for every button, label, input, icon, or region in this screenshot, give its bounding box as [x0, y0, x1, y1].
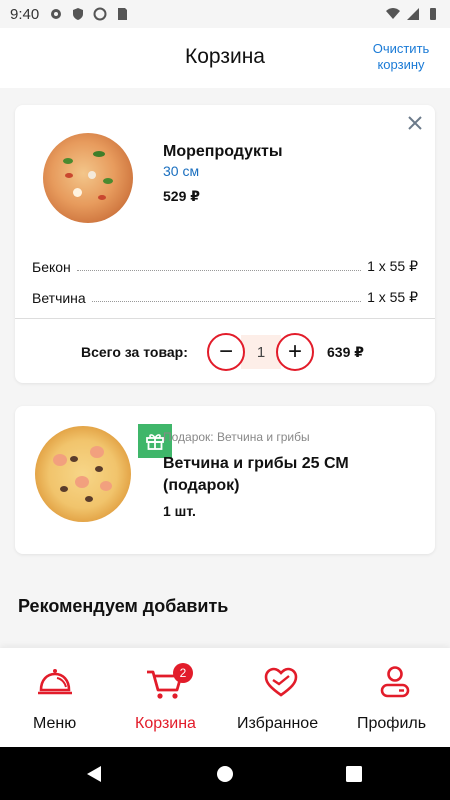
gift-name: Ветчина и грибы 25 СМ (подарок) — [163, 455, 349, 494]
pizza-image — [43, 133, 133, 223]
nav-menu[interactable]: Меню — [10, 648, 100, 747]
nav-label: Избранное — [237, 715, 319, 732]
home-icon[interactable] — [215, 764, 235, 784]
status-bar: 9:40 — [0, 0, 450, 28]
topping-price: 1 x 55 ₽ — [367, 258, 418, 274]
settings-icon — [51, 9, 62, 19]
close-icon[interactable] — [407, 115, 423, 131]
status-time: 9:40 — [10, 5, 40, 23]
minus-icon: − — [218, 338, 233, 365]
nav-label: Корзина — [135, 715, 196, 732]
gift-caption: Подарок: Ветчина и грибы — [163, 430, 310, 444]
status-right-icons — [386, 7, 440, 21]
plus-icon: + — [287, 338, 302, 365]
item-name: Морепродукты — [163, 143, 283, 160]
recents-icon[interactable] — [345, 765, 363, 783]
decrease-quantity-button[interactable]: − — [207, 333, 245, 371]
cart-item-card: Морепродукты 30 см 529 ₽ Бекон 1 x 55 ₽ … — [15, 105, 435, 383]
topping-name: Бекон — [32, 259, 71, 275]
wifi-icon — [386, 8, 400, 19]
shield-icon — [73, 8, 84, 20]
cart-count-badge: 2 — [173, 663, 193, 683]
item-price: 529 ₽ — [163, 188, 200, 204]
heart-icon — [264, 667, 298, 697]
nav-profile[interactable]: Профиль — [350, 648, 440, 747]
status-icons — [49, 7, 129, 21]
vpn-icon — [93, 7, 107, 21]
topping-leader — [91, 301, 362, 302]
gift-quantity: 1 шт. — [163, 503, 196, 519]
clear-cart-button[interactable]: Очистить корзину — [370, 41, 432, 73]
nav-cart[interactable]: 2 Корзина — [123, 648, 223, 747]
total-label: Всего за товар: — [81, 344, 188, 360]
nav-label: Профиль — [357, 715, 427, 732]
topping-price: 1 x 55 ₽ — [367, 289, 418, 305]
bottom-nav: Меню 2 Корзина Избранное Профиль — [0, 648, 450, 747]
gift-icon — [146, 434, 164, 450]
topping-name: Ветчина — [32, 290, 86, 306]
cloche-icon — [38, 669, 72, 695]
increase-quantity-button[interactable]: + — [276, 333, 314, 371]
quantity-field[interactable]: 1 — [241, 335, 281, 369]
divider — [15, 318, 435, 319]
gift-pizza-image — [35, 426, 131, 522]
item-size: 30 см — [163, 163, 200, 179]
battery-icon — [430, 8, 436, 20]
topping-row: Бекон 1 x 55 ₽ — [32, 253, 418, 275]
recommend-title: Рекомендуем добавить — [18, 596, 229, 616]
nav-label: Меню — [33, 715, 77, 732]
nav-favorites[interactable]: Избранное — [236, 648, 326, 747]
total-price: 639 ₽ — [327, 344, 364, 360]
sd-card-icon — [118, 8, 128, 20]
system-nav-bar — [0, 747, 450, 800]
signal-icon — [407, 8, 419, 20]
profile-icon — [380, 666, 410, 698]
app-header: Корзина Очистить корзину — [0, 28, 450, 88]
topping-row: Ветчина 1 x 55 ₽ — [32, 284, 418, 306]
gift-item-card: Подарок: Ветчина и грибы Ветчина и грибы… — [15, 406, 435, 554]
back-icon[interactable] — [84, 764, 104, 784]
topping-leader — [76, 270, 362, 271]
